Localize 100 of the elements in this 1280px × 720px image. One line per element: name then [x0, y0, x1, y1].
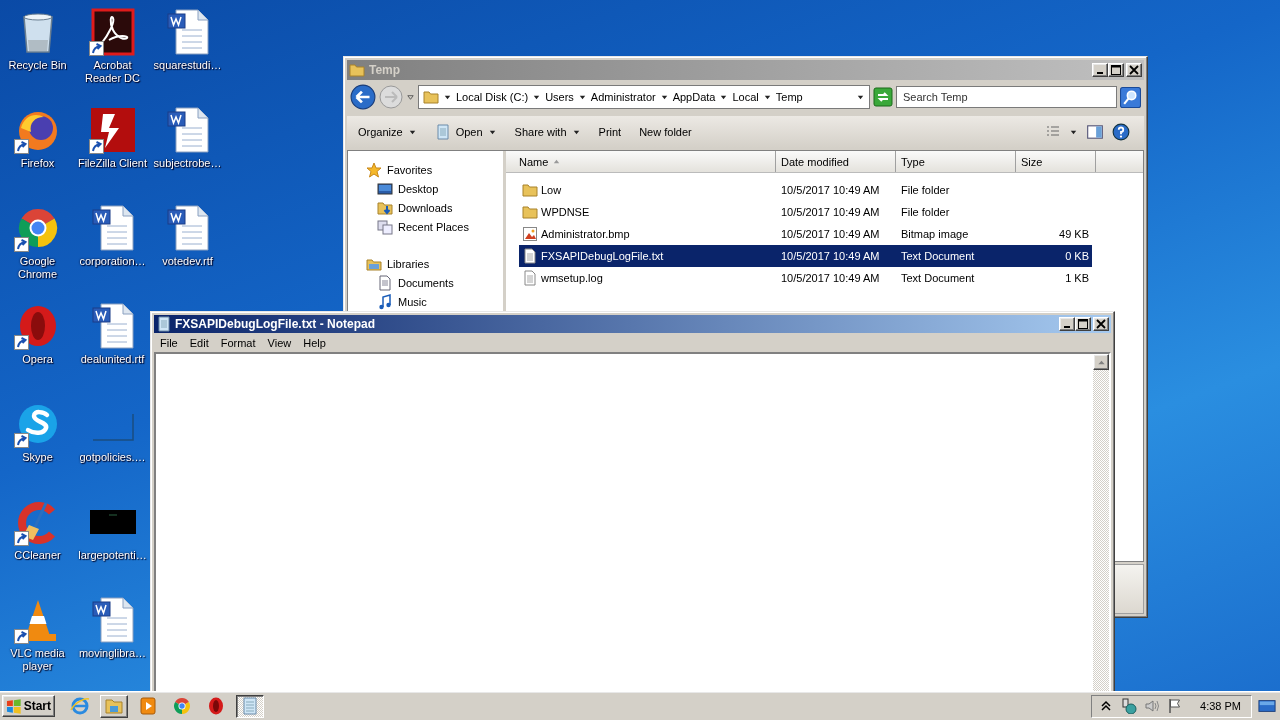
- desktop-icon-label[interactable]: dealunited.rtf: [75, 353, 150, 366]
- nav-item[interactable]: Downloads: [398, 201, 453, 214]
- nav-item[interactable]: Libraries: [387, 257, 430, 270]
- scrollbar[interactable]: [1093, 354, 1109, 694]
- breadcrumb[interactable]: Users: [545, 91, 574, 103]
- desktop-icon-label[interactable]: votedev.rtf: [150, 255, 225, 268]
- desktop-icon-label[interactable]: corporation…: [75, 255, 150, 268]
- browser-icon: [70, 696, 90, 716]
- star-icon: [366, 161, 382, 178]
- breadcrumb[interactable]: Administrator: [590, 91, 656, 103]
- desktop-icon-label[interactable]: Opera: [0, 353, 75, 366]
- desktop-icon-label[interactable]: Recycle Bin: [0, 59, 75, 72]
- column-header[interactable]: Name: [506, 151, 776, 172]
- file-row[interactable]: Administrator.bmp 10/5/2017 10:49 AM Bitmap image 49 KB: [519, 223, 1092, 245]
- ftp-icon[interactable]: [88, 106, 137, 154]
- folder-icon: [522, 182, 538, 198]
- image-file-icon: [522, 226, 538, 242]
- help-icon[interactable]: [1112, 123, 1130, 141]
- notepad-icon: [240, 696, 260, 716]
- table-cell-text: 10/5/2017 10:49 AM: [780, 272, 881, 284]
- file-name: FXSAPIDebugLogFile.txt: [541, 250, 664, 262]
- desktop-icon-label[interactable]: largepotenti…: [75, 549, 150, 562]
- nav-item[interactable]: Music: [398, 295, 427, 308]
- minimize-button[interactable]: [1059, 317, 1075, 331]
- folder-icon: [104, 696, 124, 716]
- toolbar-button[interactable]: Organize: [351, 120, 424, 144]
- breadcrumb[interactable]: Local: [732, 91, 759, 103]
- taskbar-button[interactable]: [236, 694, 264, 718]
- start-button[interactable]: Start: [2, 695, 55, 717]
- nav-item[interactable]: Favorites: [387, 163, 433, 176]
- desktop-icon-label[interactable]: FileZilla Client: [75, 157, 150, 170]
- downloads-folder-icon: [377, 199, 393, 216]
- file-name: Administrator.bmp: [541, 228, 630, 240]
- desktop-icon-label[interactable]: Firefox: [0, 157, 75, 170]
- notepad-icon: [434, 124, 451, 140]
- toolbar-button[interactable]: New folder: [632, 120, 699, 144]
- close-button[interactable]: [1126, 63, 1142, 77]
- minimize-icon: [1097, 72, 1103, 74]
- breadcrumb[interactable]: Local Disk (C:): [456, 91, 529, 103]
- browser-icon: [172, 696, 192, 716]
- breadcrumb[interactable]: Temp: [775, 91, 803, 103]
- table-cell-text: 10/5/2017 10:49 AM: [780, 250, 881, 262]
- toolbar-button[interactable]: Open: [427, 120, 504, 144]
- desktop-icon-label[interactable]: CCleaner: [0, 549, 75, 562]
- desktop-icon-label[interactable]: subjectrobe…: [150, 157, 225, 170]
- windows-logo-icon: [6, 697, 22, 715]
- desktop-icon-label[interactable]: squarestudi…: [150, 59, 225, 72]
- refresh-button[interactable]: [873, 87, 893, 107]
- breadcrumb[interactable]: AppData: [672, 91, 716, 103]
- pdf-icon[interactable]: [88, 8, 137, 56]
- back-button[interactable]: [350, 84, 376, 110]
- desktop-icon: [377, 180, 393, 197]
- text-file-icon: [522, 248, 538, 264]
- table-cell-text: 10/5/2017 10:49 AM: [780, 184, 881, 196]
- menu-item[interactable]: Edit: [183, 335, 215, 350]
- desktop-icon-label[interactable]: Google Chrome: [0, 255, 75, 281]
- minimize-icon: [1064, 326, 1070, 328]
- minimize-button[interactable]: [1092, 63, 1108, 77]
- menu-item[interactable]: View: [261, 335, 298, 350]
- close-button[interactable]: [1093, 317, 1109, 331]
- column-header[interactable]: Size: [1016, 151, 1096, 172]
- desktop-icon-label[interactable]: Skype: [0, 451, 75, 464]
- desktop-icon-label[interactable]: Acrobat Reader DC: [75, 59, 150, 85]
- address-bar[interactable]: Local Disk (C:) Users Administrator AppData Local Temp: [418, 85, 870, 109]
- maximize-icon: [1111, 65, 1121, 75]
- desktop-icon-label[interactable]: gotpolicies.…: [75, 451, 150, 464]
- nav-item[interactable]: Desktop: [398, 182, 439, 195]
- file-row[interactable]: FXSAPIDebugLogFile.txt 10/5/2017 10:49 AM Text Document 0 KB: [519, 245, 1092, 267]
- toolbar-button[interactable]: Print: [591, 120, 629, 144]
- file-name: WPDNSE: [541, 206, 590, 218]
- clock[interactable]: 4:38 PM: [1200, 700, 1241, 712]
- menu-item[interactable]: File: [154, 335, 184, 350]
- column-header[interactable]: Date modified: [776, 151, 896, 172]
- menu-item[interactable]: Help: [297, 335, 332, 350]
- music-note-icon: [377, 293, 393, 310]
- search-button[interactable]: [1120, 86, 1141, 108]
- file-row[interactable]: WPDNSE 10/5/2017 10:49 AM File folder: [519, 201, 1092, 223]
- table-cell-text: Text Document: [900, 272, 976, 284]
- sort-arrow-icon: [552, 157, 562, 166]
- table-cell-text: 10/5/2017 10:49 AM: [780, 206, 881, 218]
- network-icon[interactable]: [1121, 698, 1138, 714]
- window-title: Temp: [369, 63, 401, 77]
- file-row[interactable]: Low 10/5/2017 10:49 AM File folder: [519, 179, 1092, 201]
- desktop-icon-label[interactable]: movinglibra…: [75, 647, 150, 660]
- maximize-button[interactable]: [1108, 63, 1124, 77]
- file-row[interactable]: wmsetup.log 10/5/2017 10:49 AM Text Document 1 KB: [519, 267, 1092, 289]
- search-field[interactable]: Search Temp: [896, 86, 1117, 108]
- window-title: FXSAPIDebugLogFile.txt - Notepad: [175, 317, 375, 331]
- show-desktop-icon[interactable]: [1258, 697, 1276, 715]
- table-cell-text: Bitmap image: [900, 228, 970, 240]
- column-header[interactable]: Type: [896, 151, 1016, 172]
- maximize-button[interactable]: [1075, 317, 1091, 331]
- media-player-icon: [138, 696, 158, 716]
- nav-item[interactable]: Documents: [398, 276, 454, 289]
- desktop-icon-label[interactable]: VLC media player: [0, 647, 75, 673]
- table-cell-text: 1 KB: [1064, 272, 1090, 284]
- toolbar-button[interactable]: Share with: [507, 120, 588, 144]
- preview-pane-icon[interactable]: [1086, 123, 1104, 141]
- nav-item[interactable]: Recent Places: [398, 220, 469, 233]
- menu-item[interactable]: Format: [214, 335, 262, 350]
